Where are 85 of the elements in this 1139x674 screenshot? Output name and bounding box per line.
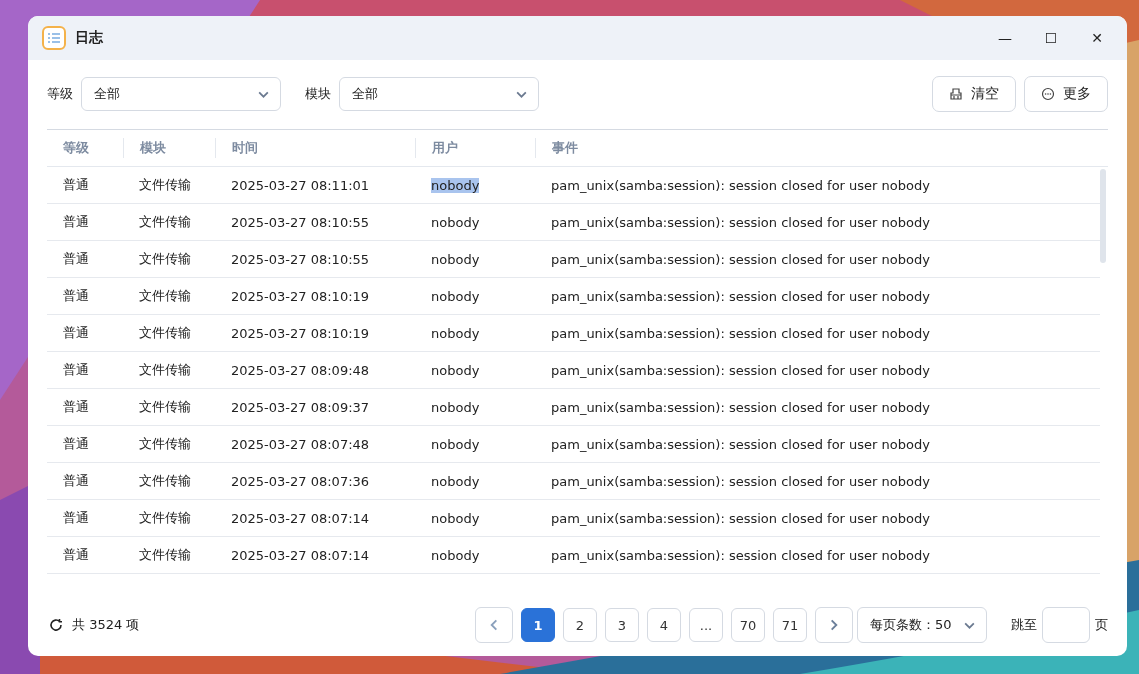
table-cell: nobody	[431, 251, 480, 267]
table-cell: pam_unix(samba:session): session closed for user nobody	[551, 436, 930, 452]
table-cell: 2025-03-27 08:07:48	[231, 436, 370, 452]
window-title: 日志	[75, 29, 103, 47]
table-cell: nobody	[431, 473, 480, 489]
table-cell: nobody	[431, 399, 480, 415]
table-cell: 2025-03-27 08:07:36	[231, 473, 370, 489]
previous-page-button[interactable]	[475, 607, 513, 643]
table-cell: pam_unix(samba:session): session closed for user nobody	[551, 214, 930, 230]
table-cell: nobody	[431, 362, 480, 378]
table-cell: 2025-03-27 08:10:19	[231, 325, 370, 341]
table-cell: pam_unix(samba:session): session closed for user nobody	[551, 399, 930, 415]
filter-dropdown[interactable]: 全部	[339, 77, 539, 111]
table-cell: 文件传输	[139, 214, 191, 229]
table-cell: pam_unix(samba:session): session closed for user nobody	[551, 177, 930, 193]
table-cell: 普通	[63, 251, 89, 266]
table-cell: 普通	[63, 399, 89, 414]
table-cell: pam_unix(samba:session): session closed for user nobody	[551, 473, 930, 489]
table-cell: 2025-03-27 08:09:48	[231, 362, 370, 378]
page-button[interactable]: 3	[605, 608, 639, 642]
close-button[interactable]: ✕	[1081, 24, 1113, 52]
table-cell: 2025-03-27 08:07:14	[231, 547, 370, 563]
table-cell: 2025-03-27 08:09:37	[231, 399, 370, 415]
table-cell: nobody	[431, 510, 480, 526]
table-cell: 文件传输	[139, 177, 191, 192]
table-cell: 2025-03-27 08:10:55	[231, 251, 370, 267]
table-cell: pam_unix(samba:session): session closed for user nobody	[551, 288, 930, 304]
page-size-dropdown[interactable]: 每页条数：50	[857, 607, 987, 643]
page-button[interactable]: 71	[773, 608, 807, 642]
table-cell: 普通	[63, 362, 89, 377]
table-cell: 普通	[63, 288, 89, 303]
table-cell: pam_unix(samba:session): session closed for user nobody	[551, 325, 930, 341]
table-cell: 普通	[63, 510, 89, 525]
table-cell: 2025-03-27 08:07:14	[231, 510, 370, 526]
table-cell: nobody	[431, 325, 480, 341]
table-cell: 文件传输	[139, 325, 191, 340]
table-cell: 2025-03-27 08:10:55	[231, 214, 370, 230]
table-cell: pam_unix(samba:session): session closed for user nobody	[551, 547, 930, 563]
more-icon	[1041, 87, 1055, 101]
table-cell: 普通	[63, 177, 89, 192]
table-cell: 文件传输	[139, 251, 191, 266]
page-unit-label: 页	[1095, 616, 1108, 634]
scrollbar-thumb[interactable]	[1100, 169, 1106, 263]
maximize-button[interactable]: ☐	[1035, 24, 1067, 52]
table-cell: nobody	[431, 436, 480, 452]
table-cell: 2025-03-27 08:10:19	[231, 288, 370, 304]
filter-label: 等级	[47, 85, 73, 103]
table-cell: pam_unix(samba:session): session closed for user nobody	[551, 251, 930, 267]
table-cell: 文件传输	[139, 547, 191, 562]
column-header[interactable]: 模块	[123, 138, 215, 158]
page-button[interactable]: 70	[731, 608, 765, 642]
table-cell: nobody	[431, 547, 480, 563]
next-page-button[interactable]	[815, 607, 853, 643]
table-cell: 文件传输	[139, 399, 191, 414]
table-cell: 2025-03-27 08:11:01	[231, 177, 370, 193]
table-cell: 文件传输	[139, 362, 191, 377]
list-icon	[42, 26, 66, 50]
page-input[interactable]	[1042, 607, 1090, 643]
page-button[interactable]: ...	[689, 608, 723, 642]
jump-label: 跳至	[1011, 616, 1037, 634]
page-button[interactable]: 2	[563, 608, 597, 642]
table-cell: nobody	[431, 177, 480, 193]
column-header[interactable]: 事件	[535, 138, 1108, 158]
minimize-button[interactable]: —	[989, 24, 1021, 52]
table-cell: 普通	[63, 473, 89, 488]
refresh-icon[interactable]	[49, 618, 63, 632]
table-cell: nobody	[431, 214, 480, 230]
table-cell: 普通	[63, 436, 89, 451]
table-cell: 文件传输	[139, 288, 191, 303]
filter-label: 模块	[305, 85, 331, 103]
table-cell: 文件传输	[139, 436, 191, 451]
table-cell: nobody	[431, 288, 480, 304]
table-cell: 文件传输	[139, 473, 191, 488]
more-button[interactable]: 更多	[1024, 76, 1108, 112]
table-cell: pam_unix(samba:session): session closed for user nobody	[551, 510, 930, 526]
table-cell: 普通	[63, 547, 89, 562]
table-cell: pam_unix(samba:session): session closed for user nobody	[551, 362, 930, 378]
page-button[interactable]: 1	[521, 608, 555, 642]
page-button[interactable]: 4	[647, 608, 681, 642]
filter-dropdown[interactable]: 全部	[81, 77, 281, 111]
table-cell: 文件传输	[139, 510, 191, 525]
table-cell: 普通	[63, 325, 89, 340]
clear-button[interactable]: 清空	[932, 76, 1016, 112]
total-count: 共 3524 项	[72, 616, 140, 634]
table-cell: 普通	[63, 214, 89, 229]
